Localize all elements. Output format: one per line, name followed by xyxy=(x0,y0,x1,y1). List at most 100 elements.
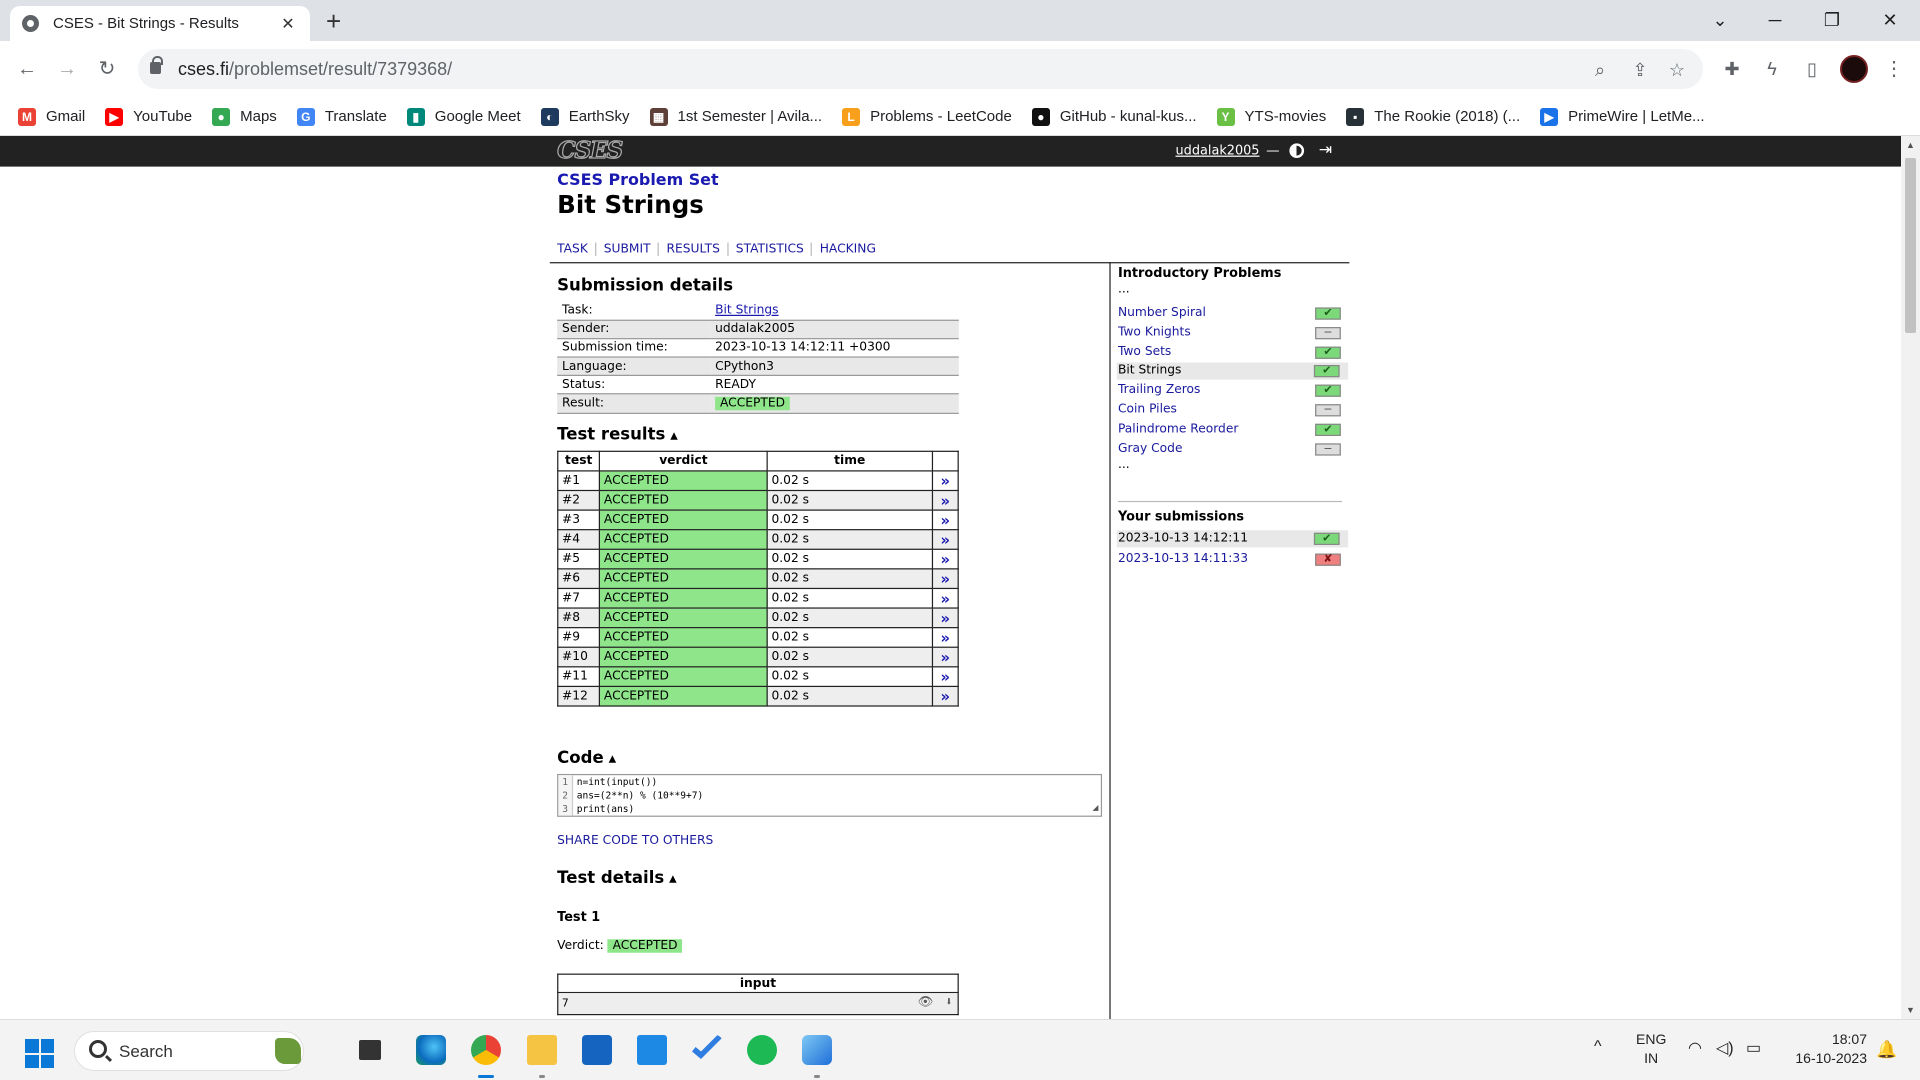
bookmark-item[interactable]: ▮ Google Meet xyxy=(406,107,521,126)
performance-icon[interactable]: ϟ xyxy=(1758,55,1786,83)
logout-icon[interactable]: ⇥ xyxy=(1319,141,1332,159)
sidebar-problem-item[interactable]: Bit Strings ✔ xyxy=(1116,363,1349,381)
system-clock[interactable]: 18:07 16-10-2023 xyxy=(1787,1030,1867,1068)
photos-icon[interactable] xyxy=(802,1035,832,1065)
share-icon[interactable]: ⇪ xyxy=(1628,58,1652,82)
edge-icon[interactable] xyxy=(416,1035,446,1065)
bookmark-item[interactable]: ▶ YouTube xyxy=(105,107,192,126)
submission-item[interactable]: 2023-10-13 14:11:33 ✘ xyxy=(1118,550,1349,567)
sidebar-problem-item[interactable]: Two Knights − xyxy=(1118,324,1349,341)
language-indicator[interactable]: ENG IN xyxy=(1636,1030,1666,1068)
tab-statistics[interactable]: STATISTICS xyxy=(727,242,811,257)
sidebar-problem-item[interactable]: Gray Code − xyxy=(1118,440,1349,457)
view-test-arrow-icon[interactable]: » xyxy=(931,489,959,511)
bookmark-item[interactable]: Y YTS-movies xyxy=(1216,107,1326,126)
url-text[interactable]: cses.fi/problemset/result/7379368/ xyxy=(178,59,452,80)
bookmark-item[interactable]: ● GitHub - kunal-kus... xyxy=(1031,107,1197,126)
bookmark-item[interactable]: L Problems - LeetCode xyxy=(842,107,1012,126)
browser-tab[interactable]: CSES - Bit Strings - Results ✕ xyxy=(10,6,310,41)
tab-task[interactable]: TASK xyxy=(557,243,595,256)
page-scrollbar[interactable]: ▲ ▼ xyxy=(1901,136,1920,1019)
test-results-heading[interactable]: Test results ▲ xyxy=(557,425,678,445)
scroll-down-icon[interactable]: ▼ xyxy=(1901,1005,1920,1015)
bookmark-item[interactable]: ● Maps xyxy=(212,107,277,126)
minimize-button[interactable]: ─ xyxy=(1755,6,1795,34)
task-view-icon[interactable] xyxy=(359,1040,381,1060)
code-viewer[interactable]: 1 n=int(input()) 2 ans=(2**n) % (10**9+7) 3 p… xyxy=(557,773,1103,817)
bookmark-item[interactable]: ▶ PrimeWire | LetMe... xyxy=(1540,107,1705,126)
collapse-caret-icon[interactable]: ▲ xyxy=(609,753,617,764)
tab-search-chevron-icon[interactable]: ⌄ xyxy=(1700,6,1740,34)
test-number: #5 xyxy=(557,548,601,570)
lock-icon[interactable] xyxy=(150,56,163,74)
tab-submit[interactable]: SUBMIT xyxy=(595,242,658,257)
cses-logo[interactable]: CSES xyxy=(557,138,624,162)
view-test-arrow-icon[interactable]: » xyxy=(931,627,959,648)
collapse-caret-icon[interactable]: ▲ xyxy=(670,429,678,440)
chrome-icon[interactable] xyxy=(471,1035,501,1065)
bookmark-item[interactable]: ▪ The Rookie (2018) (... xyxy=(1346,107,1520,126)
spotify-icon[interactable] xyxy=(747,1035,777,1065)
forward-icon[interactable]: → xyxy=(53,55,81,83)
download-icon[interactable]: ⬇ xyxy=(945,996,952,1009)
taskbar-search[interactable]: Search xyxy=(74,1031,304,1071)
bookmark-star-icon[interactable]: ☆ xyxy=(1665,58,1689,82)
view-test-arrow-icon[interactable]: » xyxy=(931,646,959,668)
test-details-heading[interactable]: Test details ▲ xyxy=(557,868,677,888)
view-eye-icon[interactable]: 👁 xyxy=(918,996,934,1009)
tab-close-icon[interactable]: ✕ xyxy=(278,14,298,34)
todo-icon[interactable] xyxy=(692,1035,722,1059)
code-heading[interactable]: Code ▲ xyxy=(557,748,616,768)
restore-button[interactable]: ❐ xyxy=(1812,6,1852,34)
address-bar[interactable]: cses.fi/problemset/result/7379368/ ⌕ ⇪ ☆ xyxy=(138,49,1703,89)
scroll-up-icon[interactable]: ▲ xyxy=(1901,140,1920,150)
sidebar-problem-item[interactable]: Trailing Zeros ✔ xyxy=(1118,382,1349,399)
battery-icon[interactable]: ▭ xyxy=(1746,1038,1761,1058)
view-test-arrow-icon[interactable]: » xyxy=(931,568,959,590)
share-code-link[interactable]: SHARE CODE TO OTHERS xyxy=(557,834,713,847)
reload-icon[interactable]: ↻ xyxy=(93,55,121,83)
mail-icon[interactable] xyxy=(637,1035,667,1065)
sidebar-problem-item[interactable]: Two Sets ✔ xyxy=(1118,344,1349,361)
file-explorer-icon[interactable] xyxy=(527,1035,557,1065)
bookmark-item[interactable]: G Translate xyxy=(296,107,387,126)
close-window-button[interactable]: ✕ xyxy=(1870,6,1910,34)
view-test-arrow-icon[interactable]: » xyxy=(931,666,959,688)
back-icon[interactable]: ← xyxy=(13,55,41,83)
wifi-icon[interactable]: ◠ xyxy=(1688,1038,1702,1058)
view-test-arrow-icon[interactable]: » xyxy=(931,685,959,707)
sidebar-problem-item[interactable]: Palindrome Reorder ✔ xyxy=(1118,421,1349,438)
bookmark-item[interactable]: M Gmail xyxy=(18,107,85,126)
view-test-arrow-icon[interactable]: » xyxy=(931,587,959,609)
zoom-icon[interactable]: ⌕ xyxy=(1588,58,1612,82)
submission-item[interactable]: 2023-10-13 14:12:11 ✔ xyxy=(1116,530,1349,548)
sidebar-problem-item[interactable]: Number Spiral ✔ xyxy=(1118,305,1349,322)
tray-chevron-icon[interactable]: ^ xyxy=(1594,1038,1602,1056)
view-test-arrow-icon[interactable]: » xyxy=(931,607,959,629)
notification-bell-icon[interactable]: 🔔 xyxy=(1876,1040,1897,1060)
scroll-thumb[interactable] xyxy=(1905,158,1916,333)
chrome-menu-icon[interactable]: ⋮ xyxy=(1884,55,1904,83)
breadcrumb[interactable]: CSES Problem Set xyxy=(557,172,718,190)
tab-results[interactable]: RESULTS xyxy=(657,242,727,257)
new-tab-button[interactable]: + xyxy=(326,7,341,35)
view-test-arrow-icon[interactable]: » xyxy=(931,509,959,531)
bookmark-item[interactable]: ▦ 1st Semester | Avila... xyxy=(649,107,822,126)
extensions-icon[interactable]: ✚ xyxy=(1718,55,1746,83)
side-panel-icon[interactable]: ▯ xyxy=(1798,55,1826,83)
collapse-caret-icon[interactable]: ▲ xyxy=(669,873,677,884)
windows-start-icon[interactable] xyxy=(25,1039,54,1068)
microsoft-store-icon[interactable] xyxy=(582,1035,612,1065)
sidebar-problem-item[interactable]: Coin Piles − xyxy=(1118,402,1349,419)
resize-grip-icon[interactable]: ◢ xyxy=(1092,801,1098,814)
bookmark-item[interactable]: ◐ EarthSky xyxy=(540,107,630,126)
profile-avatar[interactable] xyxy=(1840,55,1868,83)
theme-toggle-icon[interactable] xyxy=(1289,143,1305,159)
view-test-arrow-icon[interactable]: » xyxy=(931,548,959,570)
volume-icon[interactable]: ◁) xyxy=(1716,1038,1734,1058)
view-test-arrow-icon[interactable]: » xyxy=(931,470,959,492)
view-test-arrow-icon[interactable]: » xyxy=(931,529,959,550)
username-link[interactable]: uddalak2005 xyxy=(1176,143,1260,158)
tab-hacking[interactable]: HACKING xyxy=(811,242,883,257)
task-link[interactable]: Bit Strings xyxy=(715,304,778,317)
